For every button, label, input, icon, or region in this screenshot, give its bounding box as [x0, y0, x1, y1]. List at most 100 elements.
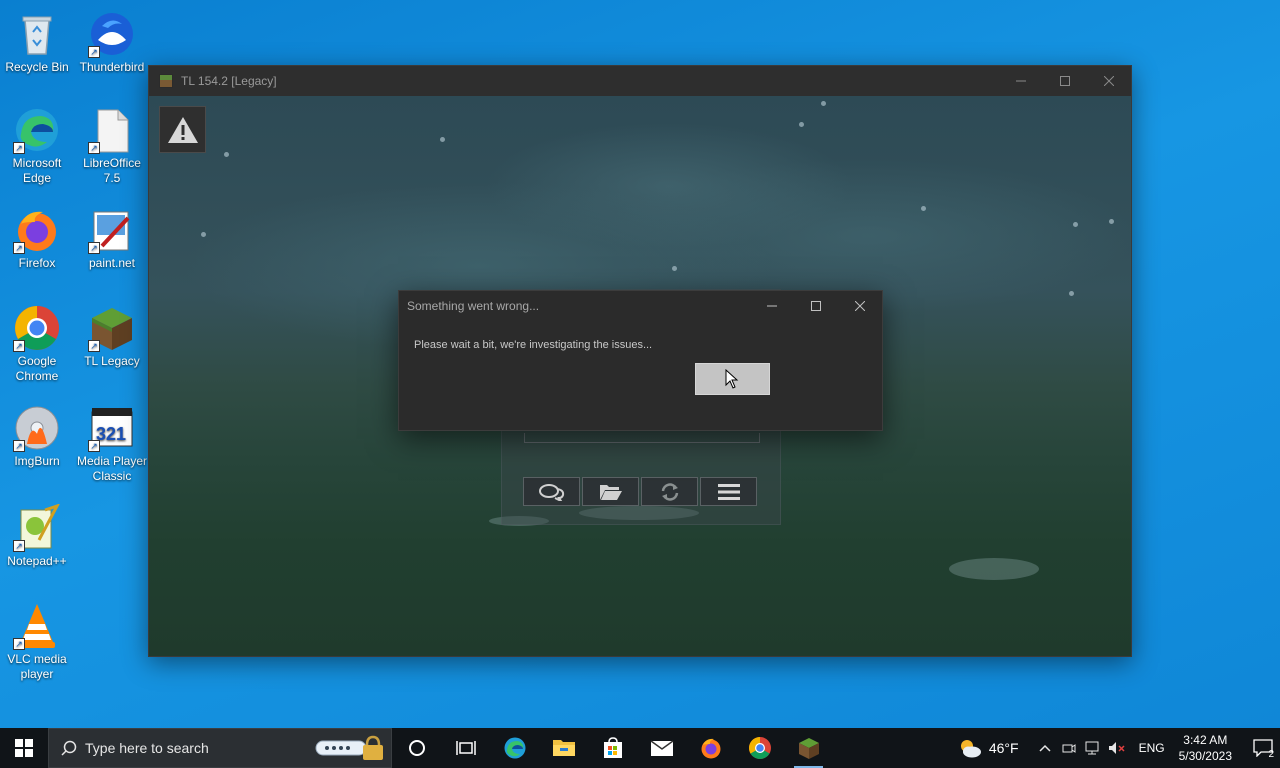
maximize-button[interactable] [1043, 66, 1087, 96]
chrome-icon: ↗ [13, 304, 61, 352]
minimize-icon [1016, 80, 1026, 82]
desktop-icon-edge[interactable]: ↗ Microsoft Edge [0, 102, 74, 190]
dialog-titlebar[interactable]: Something went wrong... [399, 291, 882, 321]
tl-legacy-icon [798, 738, 819, 759]
desktop-icon-label: Recycle Bin [5, 60, 69, 74]
svg-text:321: 321 [96, 424, 126, 444]
close-button[interactable] [1087, 66, 1131, 96]
shortcut-arrow-icon: ↗ [13, 440, 25, 452]
edge-icon: ↗ [13, 106, 61, 154]
snow-particle [921, 206, 926, 211]
desktop-icon-thunderbird[interactable]: ↗ Thunderbird [75, 6, 149, 94]
desktop-icon-chrome[interactable]: ↗ Google Chrome [0, 300, 74, 388]
tl-legacy-icon: ↗ [88, 304, 136, 352]
desktop-icon-vlc[interactable]: ↗ VLC media player [0, 598, 74, 686]
file-explorer-icon [552, 740, 575, 756]
notification-count: 2 [1268, 749, 1274, 760]
launcher-toolbar [523, 477, 757, 506]
desktop-icon-label: Media Player Classic [76, 454, 148, 483]
minimize-icon [767, 305, 777, 307]
menu-button[interactable] [700, 477, 757, 506]
desktop-icon-label: Firefox [18, 256, 56, 270]
search-icon [61, 740, 77, 756]
snow-particle [201, 232, 206, 237]
snow-particle [672, 266, 677, 271]
clock[interactable]: 3:42 AM 5/30/2023 [1179, 732, 1232, 764]
snow-particle [1073, 222, 1078, 227]
network-button[interactable] [1081, 741, 1105, 755]
desktop-icon-label: Notepad++ [7, 554, 67, 568]
error-dialog[interactable]: Something went wrong... Please wait a bi… [398, 290, 883, 431]
taskbar-file-explorer[interactable] [539, 728, 588, 768]
volume-button[interactable] [1105, 741, 1129, 755]
recycle-bin-icon [13, 10, 61, 58]
chat-button[interactable] [523, 477, 580, 506]
desktop-icon-imgburn[interactable]: ↗ ImgBurn [0, 400, 74, 488]
dialog-maximize-button[interactable] [794, 291, 838, 321]
desktop-icon-paintnet[interactable]: ↗ paint.net [75, 202, 149, 290]
taskbar-edge[interactable] [490, 728, 539, 768]
refresh-icon [661, 482, 678, 501]
desktop-icon-tl-legacy[interactable]: ↗ TL Legacy [75, 300, 149, 388]
snow-particle [799, 122, 804, 127]
cortana-icon [408, 740, 425, 756]
imgburn-icon: ↗ [13, 404, 61, 452]
weather-widget[interactable]: 46°F [957, 737, 1019, 759]
tl-legacy-icon [159, 74, 173, 88]
snow-particle [821, 101, 826, 106]
taskbar-store[interactable] [588, 728, 637, 768]
taskbar-tl-legacy[interactable] [784, 728, 833, 768]
taskbar-search-input[interactable]: Type here to search [48, 728, 392, 768]
mail-icon [650, 740, 673, 756]
chevron-up-icon [1039, 744, 1051, 752]
media-player-classic-icon: 321 ↗ [88, 404, 136, 452]
search-placeholder: Type here to search [85, 740, 209, 756]
refresh-button[interactable] [641, 477, 698, 506]
snow-particle [1109, 219, 1114, 224]
notepadpp-icon: ↗ [13, 503, 61, 552]
dialog-minimize-button[interactable] [750, 291, 794, 321]
taskbar: Type here to search 46°F ENG 3:42 AM 5/3… [0, 728, 1280, 768]
thunderbird-icon: ↗ [88, 10, 136, 58]
shortcut-arrow-icon: ↗ [88, 340, 100, 352]
store-icon [603, 737, 622, 758]
notification-center-button[interactable]: 2 [1246, 728, 1280, 768]
desktop-icon-media-player-classic[interactable]: 321 ↗ Media Player Classic [75, 400, 149, 488]
show-hidden-icons-button[interactable] [1033, 744, 1057, 752]
clock-time: 3:42 AM [1183, 733, 1228, 747]
snow-particle [1069, 291, 1074, 296]
minimize-button[interactable] [999, 66, 1043, 96]
desktop-icon-label: LibreOffice 7.5 [83, 156, 141, 185]
taskbar-mail[interactable] [637, 728, 686, 768]
windows-logo-icon [15, 739, 33, 757]
desktop-icon-recycle-bin[interactable]: Recycle Bin [0, 6, 74, 94]
cortana-button[interactable] [392, 728, 441, 768]
close-icon [1104, 76, 1114, 86]
desktop-icon-firefox[interactable]: ↗ Firefox [0, 202, 74, 290]
taskbar-chrome[interactable] [735, 728, 784, 768]
input-language[interactable]: ENG [1139, 741, 1165, 755]
desktop-icon-label: paint.net [88, 256, 136, 270]
warning-button[interactable] [159, 106, 206, 153]
dialog-close-button[interactable] [838, 291, 882, 321]
meet-now-button[interactable] [1057, 741, 1081, 755]
desktop-icon-label: Thunderbird [79, 60, 145, 74]
taskbar-firefox[interactable] [686, 728, 735, 768]
folder-icon [599, 484, 622, 500]
snow-particle [224, 152, 229, 157]
start-button[interactable] [0, 728, 48, 768]
desktop-icon-notepadpp[interactable]: ↗ Notepad++ [0, 500, 74, 588]
desktop-icon-libreoffice[interactable]: ↗ LibreOffice 7.5 [75, 102, 149, 190]
paintnet-icon: ↗ [88, 206, 136, 254]
volume-muted-icon [1108, 742, 1125, 754]
shortcut-arrow-icon: ↗ [13, 340, 25, 352]
task-view-button[interactable] [441, 728, 490, 768]
window-titlebar[interactable]: TL 154.2 [Legacy] [149, 66, 1131, 96]
meet-now-icon [1062, 744, 1076, 753]
desktop-icon-label: VLC media player [7, 652, 67, 681]
vlc-icon: ↗ [13, 602, 61, 650]
folder-button[interactable] [582, 477, 639, 506]
chrome-icon [748, 737, 771, 759]
desktop-icon-label: Microsoft Edge [12, 156, 62, 185]
clock-date: 5/30/2023 [1178, 749, 1232, 763]
